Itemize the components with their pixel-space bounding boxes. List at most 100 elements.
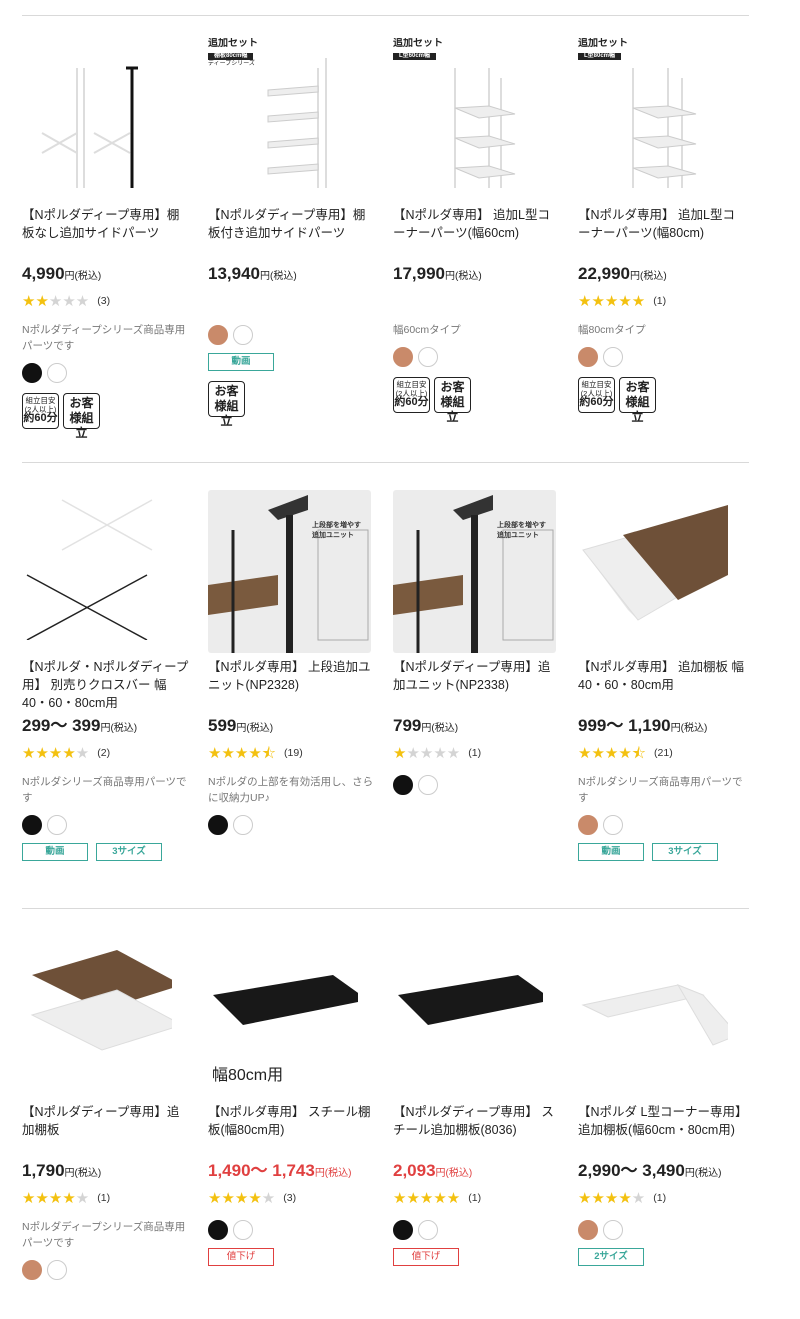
- row-divider: [22, 15, 749, 16]
- product-card[interactable]: 【Nポルダディープ専用】棚板なし追加サイドパーツ 4,990円(税込) ★★★★…: [22, 38, 190, 440]
- feature-tags: 動画 3サイズ: [22, 843, 190, 861]
- product-image[interactable]: [22, 490, 172, 640]
- color-swatch-white[interactable]: [418, 1220, 438, 1240]
- assembly-time-badge: 組立目安 (2人以上) 約60分: [393, 377, 430, 413]
- color-swatch-white[interactable]: [47, 1260, 67, 1280]
- color-swatch-black[interactable]: [22, 363, 42, 383]
- product-title[interactable]: 【Nポルダディープ専用】棚板なし追加サイドパーツ: [22, 206, 190, 260]
- color-swatch-black[interactable]: [393, 1220, 413, 1240]
- color-swatch-brown[interactable]: [578, 347, 598, 367]
- product-price: 17,990円(税込): [393, 264, 482, 283]
- color-swatch-white[interactable]: [47, 363, 67, 383]
- product-title[interactable]: 【Nポルダディープ専用】棚板付き追加サイドパーツ: [208, 206, 376, 260]
- product-title[interactable]: 【Nポルダ専用】 追加棚板 幅40・60・80cm用: [578, 658, 746, 712]
- set-badge: 追加セット L型60cm幅: [393, 38, 443, 60]
- feature-tags: 値下げ: [393, 1248, 561, 1266]
- product-price: 22,990円(税込): [578, 264, 667, 283]
- product-image[interactable]: [578, 490, 728, 640]
- product-title[interactable]: 【Nポルダ・Nポルダディープ用】 別売りクロスバー 幅40・60・80cm用: [22, 658, 190, 712]
- rating-stars: ★★★★⯪ (19): [208, 744, 303, 762]
- color-swatches: [208, 815, 376, 835]
- color-swatch-black[interactable]: [22, 815, 42, 835]
- product-card[interactable]: 【Nポルダディープ専用】追加棚板 1,790円(税込) ★★★★★ (1) Nポル…: [22, 935, 190, 1280]
- size-tag[interactable]: 2サイズ: [578, 1248, 644, 1266]
- color-swatch-brown[interactable]: [578, 815, 598, 835]
- color-swatch-white[interactable]: [47, 815, 67, 835]
- set-badge: 追加セット L型80cm幅: [578, 38, 628, 60]
- product-description: Nポルダシリーズ商品専用パーツです: [578, 776, 743, 804]
- color-swatch-brown[interactable]: [208, 325, 228, 345]
- review-count: (1): [653, 1192, 667, 1204]
- video-tag[interactable]: 動画: [22, 843, 88, 861]
- color-swatch-white[interactable]: [418, 347, 438, 367]
- product-image[interactable]: 上段部を増やす 追加ユニット: [393, 490, 556, 653]
- product-card[interactable]: 追加セット L型60cm幅 【Nポルダ専用】 追加L型コーナーパーツ(幅60cm)…: [393, 38, 561, 424]
- review-count: (1): [468, 747, 482, 759]
- feature-tags: 動画: [208, 353, 376, 371]
- image-caption: 上段部を増やす 追加ユニット: [497, 522, 546, 539]
- product-card[interactable]: 追加セット L型80cm幅 【Nポルダ専用】 追加L型コーナーパーツ(幅80cm)…: [578, 38, 746, 424]
- product-card[interactable]: 幅80cm用 【Nポルダ専用】 スチール棚板(幅80cm用) 1,490～ 1,…: [208, 935, 376, 1266]
- feature-tags: 値下げ: [208, 1248, 376, 1266]
- product-image[interactable]: 追加セット L型80cm幅: [578, 38, 728, 188]
- color-swatch-brown[interactable]: [22, 1260, 42, 1280]
- product-title[interactable]: 【Nポルダ専用】 スチール棚板(幅80cm用): [208, 1103, 376, 1157]
- product-image[interactable]: [22, 935, 172, 1085]
- review-count: (1): [468, 1192, 482, 1204]
- product-price: 599円(税込): [208, 716, 274, 735]
- rating-stars: ★★★★⯪ (21): [578, 744, 673, 762]
- product-title[interactable]: 【Nポルダ L型コーナー専用】追加棚板(幅60cm・80cm用): [578, 1103, 746, 1157]
- color-swatches: [22, 1260, 190, 1280]
- color-swatch-white[interactable]: [603, 347, 623, 367]
- color-swatch-white[interactable]: [603, 815, 623, 835]
- color-swatches: [578, 815, 746, 835]
- product-title[interactable]: 【Nポルダ専用】 上段追加ユニット(NP2328): [208, 658, 376, 712]
- color-swatch-black[interactable]: [208, 1220, 228, 1240]
- color-swatch-white[interactable]: [233, 1220, 253, 1240]
- color-swatch-black[interactable]: [393, 775, 413, 795]
- color-swatch-white[interactable]: [603, 1220, 623, 1240]
- product-price: 799円(税込): [393, 716, 459, 735]
- product-card[interactable]: 上段部を増やす 追加ユニット 【Nポルダディープ専用】追加ユニット(NP2338…: [393, 490, 561, 795]
- size-tag[interactable]: 3サイズ: [652, 843, 718, 861]
- rating-stars: ★★★★★ (1): [578, 292, 667, 310]
- price-drop-tag[interactable]: 値下げ: [393, 1248, 459, 1266]
- product-image[interactable]: [393, 935, 543, 1085]
- product-card[interactable]: 上段部を増やす 追加ユニット 【Nポルダ専用】 上段追加ユニット(NP2328)…: [208, 490, 376, 835]
- product-title[interactable]: 【Nポルダ専用】 追加L型コーナーパーツ(幅80cm): [578, 206, 746, 260]
- video-tag[interactable]: 動画: [208, 353, 274, 371]
- product-image[interactable]: 幅80cm用: [208, 935, 358, 1085]
- color-swatch-black[interactable]: [208, 815, 228, 835]
- product-card[interactable]: 追加セット 棚板80cm幅 ディープシリーズ 【Nポルダディープ専用】棚板付き追加サ…: [208, 38, 376, 428]
- product-card[interactable]: 【Nポルダ・Nポルダディープ用】 別売りクロスバー 幅40・60・80cm用 2…: [22, 490, 190, 861]
- video-tag[interactable]: 動画: [578, 843, 644, 861]
- product-title[interactable]: 【Nポルダディープ専用】追加ユニット(NP2338): [393, 658, 561, 712]
- product-description: 幅60cmタイプ: [393, 324, 461, 336]
- product-description: Nポルダディープシリーズ商品専用パーツです: [22, 324, 186, 352]
- color-swatch-brown[interactable]: [393, 347, 413, 367]
- product-price: 999～ 1,190円(税込): [578, 716, 708, 735]
- image-caption: 上段部を増やす 追加ユニット: [312, 522, 361, 539]
- product-price: 2,990～ 3,490円(税込): [578, 1161, 722, 1180]
- product-image[interactable]: [22, 38, 172, 188]
- price-drop-tag[interactable]: 値下げ: [208, 1248, 274, 1266]
- color-swatch-brown[interactable]: [578, 1220, 598, 1240]
- product-card[interactable]: 【Nポルダ L型コーナー専用】追加棚板(幅60cm・80cm用) 2,990～ …: [578, 935, 746, 1266]
- product-card[interactable]: 【Nポルダ専用】 追加棚板 幅40・60・80cm用 999～ 1,190円(税…: [578, 490, 746, 861]
- product-title[interactable]: 【Nポルダディープ専用】追加棚板: [22, 1103, 190, 1157]
- product-title[interactable]: 【Nポルダディープ専用】 スチール追加棚板(8036): [393, 1103, 561, 1157]
- product-description: Nポルダシリーズ商品専用パーツです: [22, 776, 187, 804]
- product-image[interactable]: 追加セット 棚板80cm幅 ディープシリーズ: [208, 38, 358, 188]
- size-tag[interactable]: 3サイズ: [96, 843, 162, 861]
- product-image[interactable]: [578, 935, 728, 1085]
- color-swatch-white[interactable]: [233, 815, 253, 835]
- product-card[interactable]: 【Nポルダディープ専用】 スチール追加棚板(8036) 2,093円(税込) ★…: [393, 935, 561, 1266]
- product-image[interactable]: 上段部を増やす 追加ユニット: [208, 490, 371, 653]
- assembly-badges: 組立目安 (2人以上) 約60分 お客様組立: [578, 377, 746, 424]
- row-divider: [22, 462, 749, 463]
- product-title[interactable]: 【Nポルダ専用】 追加L型コーナーパーツ(幅60cm): [393, 206, 561, 260]
- color-swatches: [393, 347, 561, 367]
- color-swatch-white[interactable]: [418, 775, 438, 795]
- product-image[interactable]: 追加セット L型60cm幅: [393, 38, 543, 188]
- color-swatch-white[interactable]: [233, 325, 253, 345]
